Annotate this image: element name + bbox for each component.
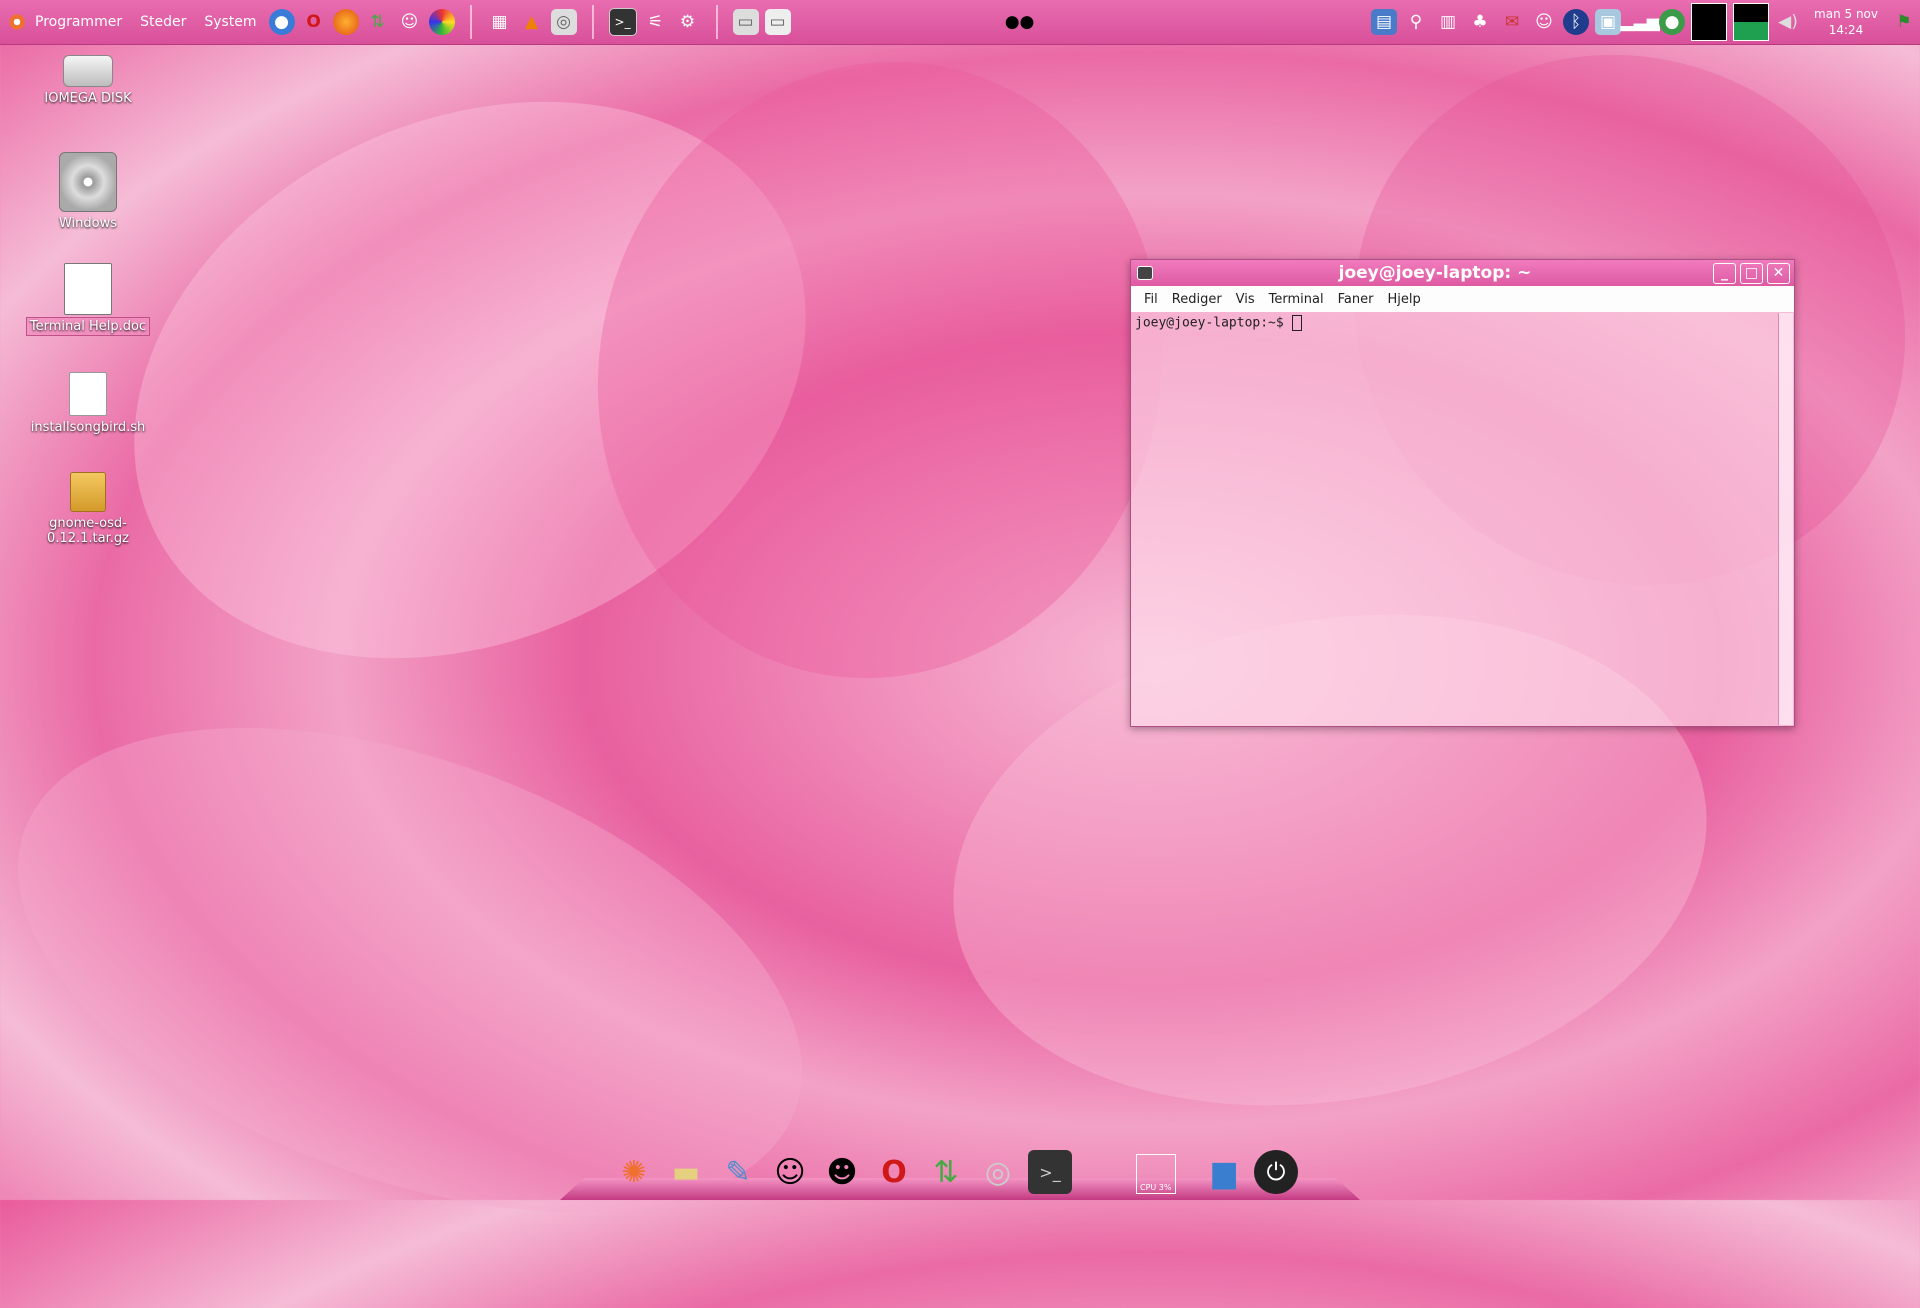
volume-icon[interactable]: ◀) (1775, 9, 1801, 35)
xeyes-icon[interactable]: ●● (1005, 9, 1035, 35)
video-editor-icon[interactable]: ▦ (487, 9, 513, 35)
opera-icon[interactable]: O (301, 9, 327, 35)
folder-icon[interactable]: ▬ (664, 1150, 708, 1194)
desktop-icon-label: installsongbird.sh (30, 420, 146, 435)
terminal-prompt: joey@joey-laptop:~$ (1135, 315, 1284, 331)
menu-fil[interactable]: Fil (1137, 292, 1165, 307)
messenger-icon[interactable]: ☻ (820, 1150, 864, 1194)
menu-hjelp[interactable]: Hjelp (1380, 292, 1427, 307)
panel-separator (469, 5, 472, 39)
settings-gear-icon[interactable]: ⚙ (675, 9, 701, 35)
archive-icon (70, 472, 106, 512)
minimize-icon[interactable]: _ (1713, 262, 1736, 284)
terminal-cursor (1291, 315, 1302, 331)
removable-disk-icon[interactable]: ▭ (764, 9, 791, 35)
clock[interactable]: man 5 nov 14:24 (1814, 6, 1878, 38)
transmission-icon[interactable]: ⇅ (924, 1150, 968, 1194)
terminal-title: joey@joey-laptop: ~ (1338, 263, 1532, 283)
text-editor-icon[interactable]: ✎ (716, 1150, 760, 1194)
transmission-icon[interactable]: ⇅ (365, 9, 391, 35)
trash-icon[interactable]: ▆ (1202, 1150, 1246, 1194)
desktop-icon-windows[interactable]: Windows (23, 152, 153, 231)
power-icon[interactable]: ⏻ (1254, 1150, 1298, 1194)
menu-system[interactable]: System (195, 14, 265, 30)
printer-icon[interactable]: ▤ (1371, 9, 1398, 35)
people-icon[interactable]: ☺ (397, 9, 423, 35)
desktop-icon-label: Terminal Help.doc (25, 317, 151, 336)
globe-icon[interactable]: ● (1659, 9, 1686, 35)
terminal-window[interactable]: joey@joey-laptop: ~ _ □ ✕ Fil Rediger Vi… (1130, 259, 1795, 727)
menu-programmer[interactable]: Programmer (26, 14, 131, 30)
firefox-icon[interactable] (332, 9, 359, 35)
vlc-icon[interactable]: ▲ (519, 9, 545, 35)
mail-icon[interactable]: ✉ (1499, 9, 1525, 35)
contacts-icon[interactable]: ☺ (768, 1150, 812, 1194)
menu-rediger[interactable]: Rediger (1165, 292, 1229, 307)
terminal-icon[interactable]: >_ (608, 8, 637, 36)
terminal-content[interactable]: joey@joey-laptop:~$ (1131, 312, 1777, 726)
panel-separator (591, 5, 594, 39)
desktop-icon-label: gnome-osd-0.12.1.tar.gz (47, 516, 129, 546)
desktop-icon-installsongbird-sh[interactable]: installsongbird.sh (23, 372, 153, 435)
terminal-scrollbar[interactable] (1778, 313, 1793, 725)
menu-faner[interactable]: Faner (1331, 292, 1381, 307)
desktop-icon-label: IOMEGA DISK (44, 91, 132, 106)
harddisk-icon (63, 55, 113, 87)
document-doc-icon (64, 263, 112, 315)
user-icon[interactable]: ☺ (1531, 9, 1557, 35)
menu-vis[interactable]: Vis (1229, 292, 1262, 307)
script-file-icon (69, 372, 107, 416)
search-icon[interactable]: ⚲ (1403, 9, 1429, 35)
panel-separator (715, 5, 718, 39)
network-manager-icon[interactable]: ▣ (1595, 9, 1622, 35)
globe-icon[interactable]: ● (268, 9, 295, 35)
harddisk-icon (59, 152, 117, 212)
bluetooth-icon[interactable]: ᛒ (1563, 9, 1590, 35)
dock: ✺ ▬ ✎ ☺ ☻ O ⇅ ◎ >_ ▆ ⏻ (560, 1140, 1360, 1200)
window-menu-icon[interactable] (1137, 266, 1153, 280)
close-icon[interactable]: ✕ (1767, 262, 1790, 284)
terminal-titlebar[interactable]: joey@joey-laptop: ~ _ □ ✕ (1131, 260, 1794, 286)
terminal-icon[interactable]: >_ (1028, 1150, 1072, 1194)
logout-runner-icon[interactable]: ⚑ (1891, 9, 1917, 35)
harddisk-icon[interactable]: ▭ (732, 9, 759, 35)
gnome-user-icon[interactable]: ♣ (1467, 9, 1493, 35)
desktop-icon-label: Windows (58, 216, 118, 231)
picasa-icon[interactable] (428, 9, 455, 35)
workspace-1-icon[interactable] (1691, 3, 1728, 41)
menu-steder[interactable]: Steder (131, 14, 195, 30)
cd-player-icon[interactable]: ◎ (976, 1150, 1020, 1194)
maximize-icon[interactable]: □ (1740, 262, 1763, 284)
network-plug-icon[interactable]: ⚟ (643, 9, 669, 35)
desktop-icon-terminal-help-doc[interactable]: Terminal Help.doc (23, 263, 153, 336)
opera-icon[interactable]: O (872, 1150, 916, 1194)
cd-player-icon[interactable]: ◎ (550, 9, 577, 35)
menu-terminal[interactable]: Terminal (1262, 292, 1331, 307)
desktop-icon-iomega-disk[interactable]: IOMEGA DISK (23, 55, 153, 106)
desktop-icon-gnome-osd-tar[interactable]: gnome-osd-0.12.1.tar.gz (23, 472, 153, 546)
ubuntu-menu-icon[interactable]: ✺ (612, 1150, 656, 1194)
cpu-label: CPU 3% (1140, 1183, 1172, 1192)
clipboard-icon[interactable]: ▥ (1435, 9, 1461, 35)
signal-strength-icon[interactable]: ▂▃▅ (1620, 9, 1659, 35)
clock-time: 14:24 (1828, 23, 1864, 37)
top-panel: Programmer Steder System ● O ⇅ ☺ ▦ ▲ ◎ >… (0, 0, 1920, 45)
workspace-2-icon[interactable] (1733, 3, 1770, 41)
ubuntu-logo-icon[interactable] (8, 13, 26, 31)
terminal-menubar: Fil Rediger Vis Terminal Faner Hjelp (1131, 286, 1794, 312)
clock-day: man 5 nov (1814, 7, 1878, 21)
